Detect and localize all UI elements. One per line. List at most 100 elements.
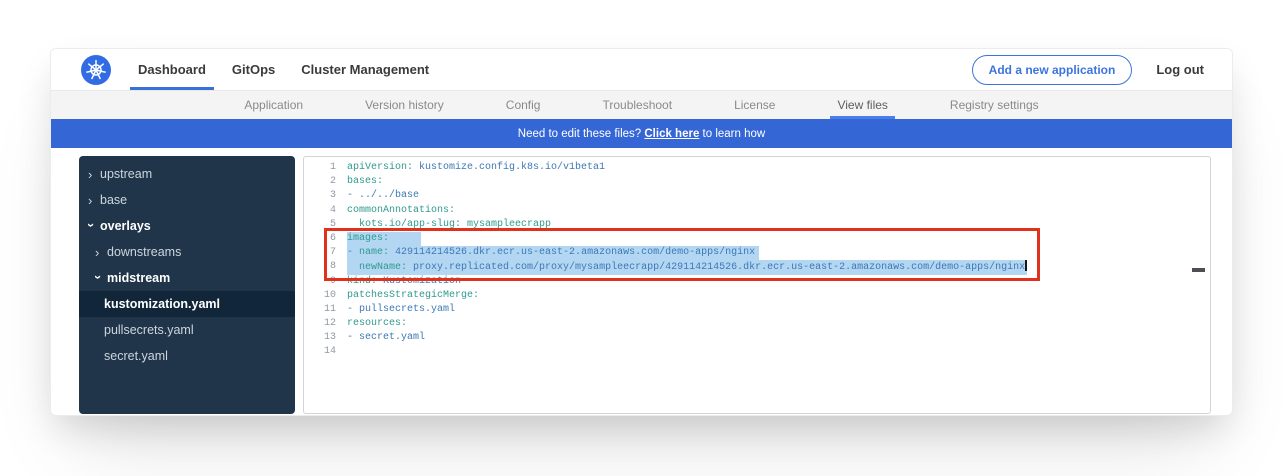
line-content: - name: 429114214526.dkr.ecr.us-east-2.a… xyxy=(347,246,759,260)
code-token: kind: xyxy=(347,276,377,287)
nav-item-gitops[interactable]: GitOps xyxy=(219,49,288,90)
line-number: 14 xyxy=(304,345,347,359)
tab-troubleshoot[interactable]: Troubleshoot xyxy=(595,91,679,119)
banner-text-before: Need to edit these files? xyxy=(518,128,645,140)
tree-item-label: overlays xyxy=(100,219,151,233)
tree-item-kustomization-yaml[interactable]: kustomization.yaml xyxy=(79,291,295,317)
tree-item-label: kustomization.yaml xyxy=(104,297,220,311)
tree-item-label: pullsecrets.yaml xyxy=(104,323,194,337)
chevron-right-icon: › xyxy=(88,193,95,208)
line-number: 9 xyxy=(304,275,347,289)
code-line-13[interactable]: 13- secret.yaml xyxy=(304,331,1210,345)
code-line-2[interactable]: 2bases: xyxy=(304,175,1210,189)
code-line-14[interactable]: 14 xyxy=(304,345,1210,359)
chevron-down-icon: › xyxy=(84,223,99,230)
chevron-down-icon: › xyxy=(91,275,106,282)
code-line-12[interactable]: 12resources: xyxy=(304,317,1210,331)
tree-item-base[interactable]: ›base xyxy=(79,187,295,213)
app-subnav: Application Version history Config Troubles… xyxy=(51,91,1232,119)
line-content: commonAnnotations: xyxy=(347,204,455,218)
line-content: patchesStrategicMerge: xyxy=(347,289,479,303)
banner-text-after: to learn how xyxy=(699,128,765,140)
line-number: 10 xyxy=(304,289,347,303)
line-number: 1 xyxy=(304,161,347,175)
line-number: 5 xyxy=(304,218,347,232)
tree-item-downstreams[interactable]: ›downstreams xyxy=(79,239,295,265)
line-content: apiVersion: kustomize.config.k8s.io/v1be… xyxy=(347,161,605,175)
code-token: name: xyxy=(359,247,389,258)
tab-application[interactable]: Application xyxy=(237,91,310,119)
code-line-7[interactable]: 7- name: 429114214526.dkr.ecr.us-east-2.… xyxy=(304,246,1210,260)
code-line-3[interactable]: 3- ../../base xyxy=(304,189,1210,203)
line-content: images: xyxy=(347,232,421,246)
line-number: 11 xyxy=(304,303,347,317)
view-files-content: ›upstream›base›overlays›downstreams›mids… xyxy=(51,148,1232,416)
line-content: - secret.yaml xyxy=(347,331,425,345)
tree-item-secret-yaml[interactable]: secret.yaml xyxy=(79,343,295,369)
code-token: kustomize.config.k8s.io/v1beta1 xyxy=(413,162,605,173)
tree-item-overlays[interactable]: ›overlays xyxy=(79,213,295,239)
tab-license[interactable]: License xyxy=(727,91,782,119)
top-navbar: DashboardGitOpsCluster Management Add a … xyxy=(51,49,1232,91)
line-number: 7 xyxy=(304,246,347,260)
tree-item-label: downstreams xyxy=(107,245,181,259)
kubernetes-helm-icon xyxy=(81,55,111,85)
code-line-11[interactable]: 11- pullsecrets.yaml xyxy=(304,303,1210,317)
code-token: - pullsecrets.yaml xyxy=(347,304,455,315)
line-number: 2 xyxy=(304,175,347,189)
code-lines: 1apiVersion: kustomize.config.k8s.io/v1b… xyxy=(304,161,1210,360)
line-number: 4 xyxy=(304,204,347,218)
tree-item-upstream[interactable]: › upstream xyxy=(79,161,295,187)
code-token: newName: xyxy=(359,262,407,273)
add-application-button[interactable]: Add a new application xyxy=(972,55,1133,85)
tab-view-files[interactable]: View files xyxy=(830,91,894,119)
scrollbar-cursor-marker xyxy=(1192,268,1205,272)
line-content: resources: xyxy=(347,317,407,331)
line-content: kind: Kustomization xyxy=(347,275,461,289)
tree-item-label: midstream xyxy=(107,271,170,285)
code-token: bases: xyxy=(347,176,383,187)
tab-registry-settings[interactable]: Registry settings xyxy=(943,91,1046,119)
primary-nav: DashboardGitOpsCluster Management xyxy=(125,49,442,90)
line-number: 12 xyxy=(304,317,347,331)
tree-item-label: secret.yaml xyxy=(104,349,168,363)
code-line-8[interactable]: 8 newName: proxy.replicated.com/proxy/my… xyxy=(304,260,1210,274)
code-line-10[interactable]: 10patchesStrategicMerge: xyxy=(304,289,1210,303)
code-token xyxy=(347,262,359,273)
tree-item-midstream[interactable]: ›midstream xyxy=(79,265,295,291)
code-token: - secret.yaml xyxy=(347,332,425,343)
code-token: kots.io/app-slug: mysampleecrapp xyxy=(347,219,551,230)
code-token: - ../../base xyxy=(347,190,419,201)
line-number: 13 xyxy=(304,331,347,345)
code-token: images: xyxy=(347,233,389,244)
code-token: apiVersion: xyxy=(347,162,413,173)
code-token: proxy.replicated.com/proxy/mysampleecrap… xyxy=(407,262,1025,273)
text-cursor xyxy=(1025,260,1027,271)
banner-click-here-link[interactable]: Click here xyxy=(644,128,699,140)
code-token: Kustomization xyxy=(377,276,461,287)
code-token: 429114214526.dkr.ecr.us-east-2.amazonaws… xyxy=(389,247,755,258)
tree-item-label: upstream xyxy=(100,167,152,181)
code-line-6[interactable]: 6images: xyxy=(304,232,1210,246)
line-number: 6 xyxy=(304,232,347,246)
line-number: 8 xyxy=(304,260,347,274)
line-content: newName: proxy.replicated.com/proxy/mysa… xyxy=(347,260,1027,274)
code-line-4[interactable]: 4commonAnnotations: xyxy=(304,204,1210,218)
code-line-9[interactable]: 9kind: Kustomization xyxy=(304,275,1210,289)
line-number: 3 xyxy=(304,189,347,203)
chevron-right-icon: › xyxy=(88,167,95,182)
tab-config[interactable]: Config xyxy=(499,91,548,119)
code-editor[interactable]: 1apiVersion: kustomize.config.k8s.io/v1b… xyxy=(303,156,1211,414)
edit-files-banner: Need to edit these files? Click here to … xyxy=(51,119,1232,148)
tab-version-history[interactable]: Version history xyxy=(358,91,451,119)
code-token: patchesStrategicMerge: xyxy=(347,290,479,301)
nav-item-cluster-management[interactable]: Cluster Management xyxy=(288,49,442,90)
code-line-1[interactable]: 1apiVersion: kustomize.config.k8s.io/v1b… xyxy=(304,161,1210,175)
code-token: - xyxy=(347,247,359,258)
logout-link[interactable]: Log out xyxy=(1156,62,1204,77)
nav-item-dashboard[interactable]: Dashboard xyxy=(125,49,219,90)
tree-item-pullsecrets-yaml[interactable]: pullsecrets.yaml xyxy=(79,317,295,343)
line-content: - ../../base xyxy=(347,189,419,203)
line-content: bases: xyxy=(347,175,383,189)
code-line-5[interactable]: 5 kots.io/app-slug: mysampleecrapp xyxy=(304,218,1210,232)
